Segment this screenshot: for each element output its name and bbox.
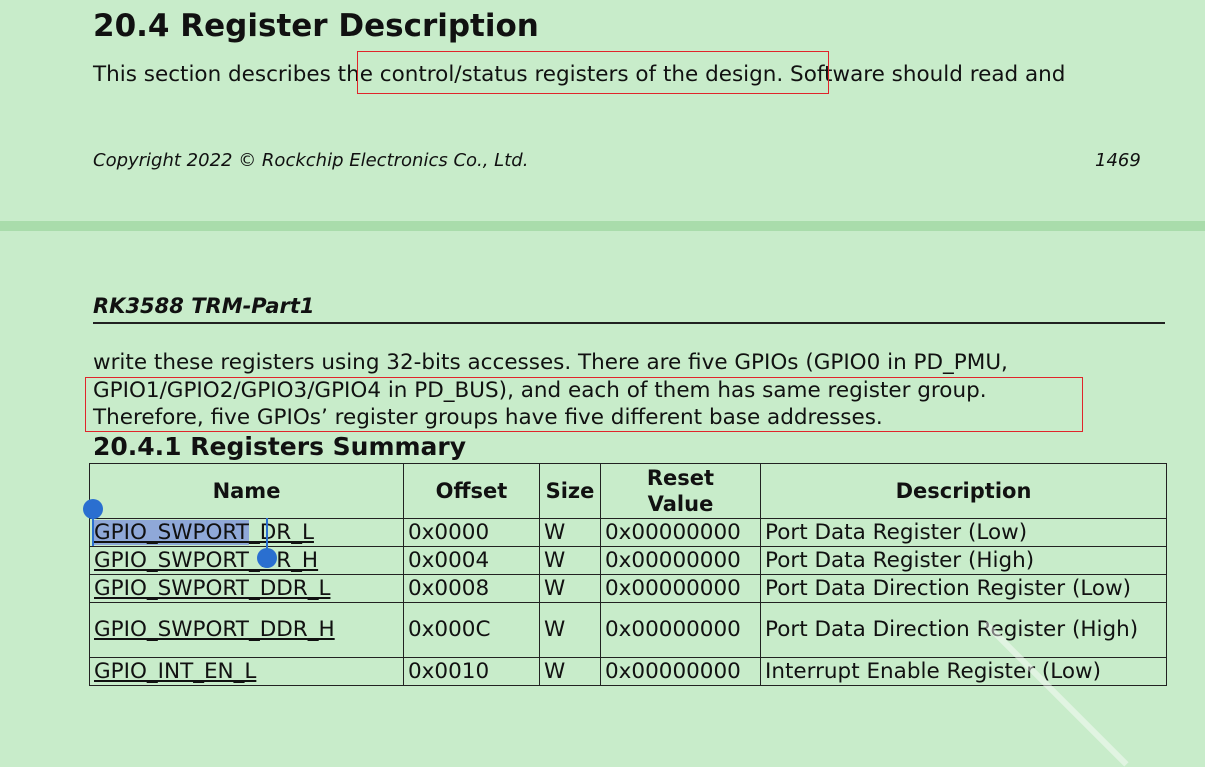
offset-cell: 0x0000 <box>403 518 540 547</box>
page-number: 1469 <box>1095 150 1141 171</box>
register-name-link[interactable]: GPIO_SWPORT_DDR_H <box>89 602 404 658</box>
column-header-description: Description <box>760 463 1167 519</box>
table-row: GPIO_INT_EN_L 0x0010 W 0x00000000 Interr… <box>89 657 1167 686</box>
reset-value-cell: 0x00000000 <box>600 518 761 547</box>
column-header-offset: Offset <box>403 463 540 519</box>
header-line: Value <box>647 492 714 516</box>
page-break <box>0 221 1205 231</box>
size-cell: W <box>539 518 601 547</box>
register-name[interactable]: GPIO_SWPORT_DDR_H <box>94 617 335 642</box>
description-cell: Port Data Direction Register (High) <box>760 602 1167 658</box>
description-cell: Interrupt Enable Register (Low) <box>760 657 1167 686</box>
selection-end-stem <box>266 518 268 552</box>
description-cell: Port Data Register (High) <box>760 546 1167 575</box>
offset-cell: 0x0008 <box>403 574 540 603</box>
table-row: GPIO_SWPORT_DR_L 0x0000 W 0x00000000 Por… <box>89 518 1167 547</box>
column-header-name: Name <box>89 463 404 519</box>
reset-value-cell: 0x00000000 <box>600 657 761 686</box>
description-cell: Port Data Register (Low) <box>760 518 1167 547</box>
table-row: GPIO_SWPORT_DDR_L 0x0008 W 0x00000000 Po… <box>89 574 1167 603</box>
subsection-title: 20.4.1 Registers Summary <box>93 432 467 461</box>
highlight-box <box>357 51 829 94</box>
table-row: GPIO_SWPORT_DR_H 0x0004 W 0x00000000 Por… <box>89 546 1167 575</box>
footer-copyright: Copyright 2022 © Rockchip Electronics Co… <box>93 150 529 171</box>
selection-start-handle[interactable] <box>83 499 103 519</box>
reset-value-cell: 0x00000000 <box>600 546 761 575</box>
section-title: 20.4 Register Description <box>93 8 539 44</box>
header-rule <box>93 322 1165 324</box>
reset-value-cell: 0x00000000 <box>600 602 761 658</box>
register-name-link[interactable]: GPIO_SWPORT_DDR_L <box>89 574 404 603</box>
register-name[interactable]: GPIO_SWPORT_DR_H <box>94 548 318 573</box>
register-name[interactable]: GPIO_SWPORT_DDR_L <box>94 576 330 601</box>
highlight-box <box>85 377 1083 432</box>
table-row: GPIO_SWPORT_DDR_H 0x000C W 0x00000000 Po… <box>89 602 1167 658</box>
offset-cell: 0x000C <box>403 602 540 658</box>
offset-cell: 0x0010 <box>403 657 540 686</box>
register-name[interactable]: GPIO_INT_EN_L <box>94 659 256 684</box>
running-header: RK3588 TRM-Part1 <box>93 294 315 318</box>
register-name-link[interactable]: GPIO_SWPORT_DR_L <box>89 518 404 547</box>
registers-summary-table: Name Offset Size Reset Value Description… <box>89 463 1167 686</box>
selected-text[interactable]: GPIO_SWPORT <box>94 519 249 545</box>
column-header-size: Size <box>539 463 601 519</box>
size-cell: W <box>539 602 601 658</box>
size-cell: W <box>539 657 601 686</box>
register-name-rest[interactable]: _DR_L <box>249 520 314 545</box>
reset-value-cell: 0x00000000 <box>600 574 761 603</box>
offset-cell: 0x0004 <box>403 546 540 575</box>
paragraph-line: write these registers using 32-bits acce… <box>93 350 1008 375</box>
size-cell: W <box>539 546 601 575</box>
description-cell: Port Data Direction Register (Low) <box>760 574 1167 603</box>
size-cell: W <box>539 574 601 603</box>
header-line: Reset <box>646 466 715 490</box>
column-header-reset-value: Reset Value <box>600 463 761 519</box>
table-header-row: Name Offset Size Reset Value Description <box>89 463 1167 519</box>
selection-end-handle[interactable] <box>257 548 277 568</box>
register-name-link[interactable]: GPIO_INT_EN_L <box>89 657 404 686</box>
register-name-link[interactable]: GPIO_SWPORT_DR_H <box>89 546 404 575</box>
